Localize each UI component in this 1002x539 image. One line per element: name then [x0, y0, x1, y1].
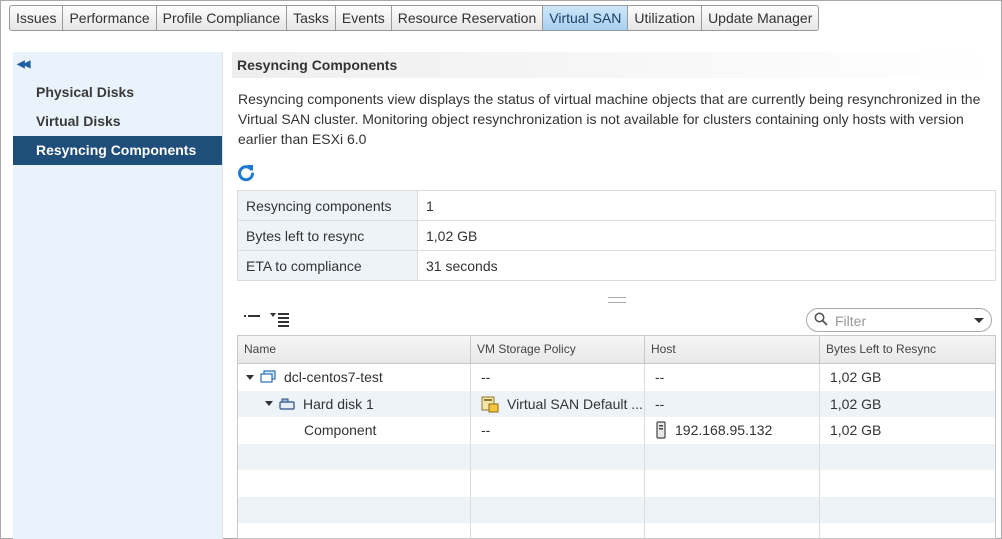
- empty-cell: [645, 523, 820, 538]
- summary-table: Resyncing components 1 Bytes left to res…: [237, 190, 996, 281]
- empty-cell: [471, 443, 645, 470]
- summary-value: 31 seconds: [417, 250, 996, 281]
- storage-policy-icon: [481, 396, 499, 413]
- double-chevron-left-icon[interactable]: ◀◀: [17, 59, 30, 70]
- hard-disk-icon: [279, 398, 295, 410]
- tab-virtual-san[interactable]: Virtual SAN: [543, 5, 629, 31]
- filter-input[interactable]: [833, 312, 977, 330]
- host-cell: --: [645, 390, 820, 417]
- column-header-storage-policy[interactable]: VM Storage Policy: [471, 336, 645, 363]
- name-cell: Component: [238, 417, 471, 444]
- row-name: dcl-centos7-test: [284, 369, 383, 386]
- sidebar: ◀◀ Physical Disks Virtual Disks Resyncin…: [13, 52, 223, 539]
- summary-key: ETA to compliance: [237, 250, 418, 281]
- summary-row: ETA to compliance 31 seconds: [237, 250, 996, 281]
- empty-cell: [238, 470, 471, 497]
- empty-cell: [471, 496, 645, 523]
- column-header-bytes-left[interactable]: Bytes Left to Resync: [820, 336, 995, 363]
- empty-cell: [238, 496, 471, 523]
- grid-header: Name VM Storage Policy Host Bytes Left t…: [238, 336, 995, 364]
- tab-resource-reservation[interactable]: Resource Reservation: [391, 5, 544, 31]
- policy-cell: Virtual SAN Default ...: [471, 390, 645, 417]
- host-cell: 192.168.95.132: [645, 417, 820, 444]
- search-icon: [814, 312, 828, 326]
- summary-key: Bytes left to resync: [237, 220, 418, 251]
- tab-bar: Issues Performance Profile Compliance Ta…: [9, 5, 820, 31]
- empty-cell: [645, 470, 820, 497]
- host-address: 192.168.95.132: [675, 422, 773, 439]
- empty-cell: [238, 523, 471, 538]
- name-cell: dcl-centos7-test: [238, 364, 471, 391]
- table-row[interactable]: dcl-centos7-test -- -- 1,02 GB: [238, 364, 995, 391]
- splitter-handle[interactable]: [608, 297, 626, 303]
- summary-row: Resyncing components 1: [237, 190, 996, 221]
- policy-name: Virtual SAN Default ...: [507, 395, 643, 412]
- empty-cell: [645, 496, 820, 523]
- sidebar-item-virtual-disks[interactable]: Virtual Disks: [13, 107, 222, 136]
- resync-grid: Name VM Storage Policy Host Bytes Left t…: [237, 335, 996, 539]
- host-server-icon: [656, 421, 666, 439]
- summary-value: 1,02 GB: [417, 220, 996, 251]
- empty-cell: [820, 470, 995, 497]
- empty-cell: [820, 523, 995, 538]
- tab-performance[interactable]: Performance: [63, 5, 157, 31]
- sidebar-item-resyncing-components[interactable]: Resyncing Components: [13, 136, 222, 165]
- empty-cell: [471, 470, 645, 497]
- summary-key: Resyncing components: [237, 190, 418, 221]
- empty-cell: [645, 443, 820, 470]
- summary-value: 1: [417, 190, 996, 221]
- chevron-down-icon[interactable]: [974, 318, 984, 323]
- table-row[interactable]: Component -- 192.168.95.132 1,02 GB: [238, 417, 995, 444]
- refresh-icon[interactable]: [236, 163, 256, 183]
- expand-arrow-icon[interactable]: [246, 374, 254, 380]
- bytes-cell: 1,02 GB: [830, 395, 882, 412]
- expand-all-icon[interactable]: [270, 311, 292, 327]
- bytes-cell: 1,02 GB: [830, 369, 882, 386]
- row-name: Component: [304, 422, 377, 439]
- host-cell: --: [645, 364, 820, 391]
- row-name: Hard disk 1: [303, 395, 374, 412]
- tab-update-manager[interactable]: Update Manager: [702, 5, 820, 31]
- table-row-empty: [238, 496, 995, 524]
- summary-row: Bytes left to resync 1,02 GB: [237, 220, 996, 251]
- column-header-host[interactable]: Host: [645, 336, 820, 363]
- tab-events[interactable]: Events: [335, 5, 392, 31]
- table-row-empty: [238, 470, 995, 497]
- page-title: Resyncing Components: [237, 57, 398, 73]
- policy-cell: --: [471, 417, 645, 444]
- empty-cell: [820, 497, 995, 524]
- bytes-cell: 1,02 GB: [830, 422, 882, 439]
- collapse-all-icon[interactable]: [244, 311, 264, 325]
- empty-cell: [238, 443, 471, 470]
- vm-icon: [260, 370, 276, 383]
- sidebar-item-physical-disks[interactable]: Physical Disks: [13, 78, 222, 107]
- description-text: Resyncing components view displays the s…: [238, 91, 981, 147]
- policy-cell: --: [471, 364, 645, 391]
- tab-utilization[interactable]: Utilization: [628, 5, 703, 31]
- tab-issues[interactable]: Issues: [9, 5, 64, 31]
- filter-box[interactable]: [806, 308, 992, 332]
- tab-profile-compliance[interactable]: Profile Compliance: [156, 5, 288, 31]
- empty-cell: [820, 444, 995, 471]
- table-row[interactable]: Hard disk 1 Virtual SAN Default ... -- 1…: [238, 390, 995, 417]
- column-header-name[interactable]: Name: [238, 336, 471, 363]
- empty-cell: [471, 523, 645, 538]
- expand-arrow-icon[interactable]: [265, 401, 273, 407]
- tab-tasks[interactable]: Tasks: [287, 5, 336, 31]
- name-cell: Hard disk 1: [238, 390, 471, 417]
- table-row-empty: [238, 523, 995, 538]
- table-row-empty: [238, 443, 995, 471]
